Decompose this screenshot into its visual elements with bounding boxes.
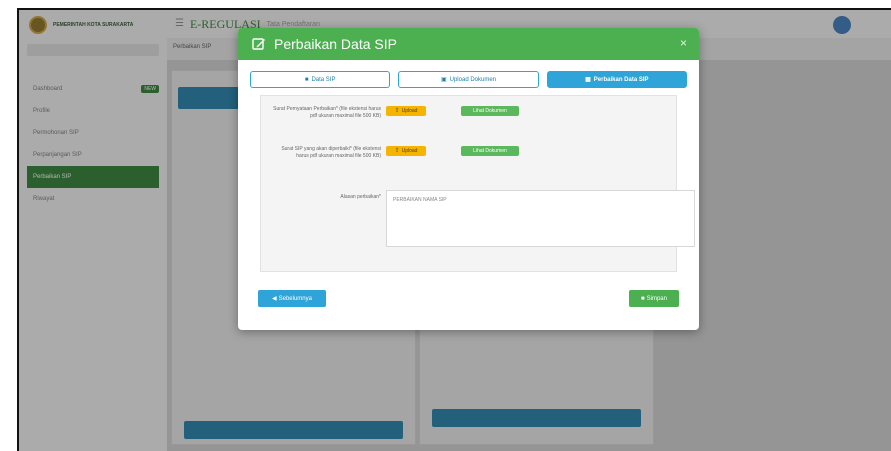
modal-tabs: ■ Data SIP ▣ Upload Dokumen ▦ Perbaikan … [238,60,699,88]
field-label: Surat SIP yang akan diperbaiki* (file ek… [281,146,381,159]
alasan-perbaikan-input[interactable]: PERBAIKAN NAMA SIP [386,190,695,247]
upload-icon: ▣ [440,76,447,83]
field-label: Alasan perbaikan* [340,194,381,200]
app-window: PEMERINTAH KOTA SURAKARTA Dashboard NEW … [17,8,891,451]
perbaikan-modal: Perbaikan Data SIP × ■ Data SIP ▣ Upload… [238,28,699,330]
upload-button-label: Upload [401,108,418,114]
perbaikan-form: Surat Pernyataan Perbaikan* (file eksten… [260,95,695,272]
upload-button[interactable]: ⇧ Upload [386,106,426,116]
table-icon: ▦ [585,76,591,83]
tab-data-sip[interactable]: ■ Data SIP [250,71,391,88]
edit-icon [252,38,265,50]
field-label: Surat Pernyataan Perbaikan* (file eksten… [273,106,381,119]
previous-button-label: Sebelumnya [278,295,312,302]
save-button-label: Simpan [646,295,667,302]
upload-button-label: Upload [401,148,418,154]
back-icon: ◀ [272,295,277,302]
tab-perbaikan-data-sip[interactable]: ▦ Perbaikan Data SIP [546,71,687,88]
upload-icon: ⇧ [394,148,400,154]
upload-button[interactable]: ⇧ Upload [386,146,426,156]
view-document-button[interactable]: Lihat Dokumen [461,146,519,156]
tab-upload-dokumen[interactable]: ▣ Upload Dokumen [398,71,539,88]
close-icon[interactable]: × [680,36,687,50]
tab-label: Data SIP [311,76,336,83]
modal-header: Perbaikan Data SIP × [238,28,699,60]
tab-label: Perbaikan Data SIP [593,76,649,83]
upload-icon: ⇧ [394,108,400,114]
user-icon: ■ [304,76,309,83]
save-button[interactable]: ■ Simpan [629,290,679,307]
previous-button[interactable]: ◀ Sebelumnya [258,290,326,307]
view-document-button[interactable]: Lihat Dokumen [461,106,519,116]
modal-title: Perbaikan Data SIP [274,36,397,52]
save-icon: ■ [641,295,645,302]
tab-label: Upload Dokumen [449,76,496,83]
